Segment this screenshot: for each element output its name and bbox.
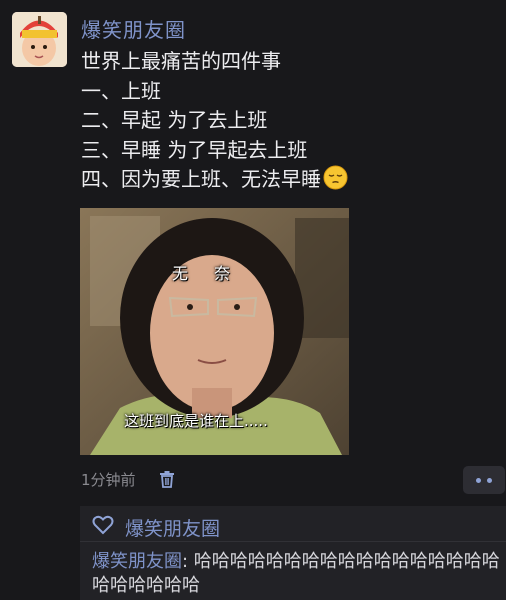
delete-post-button[interactable] [158,470,176,488]
more-actions-button[interactable] [463,466,505,494]
post-line: 一、上班 [81,78,161,103]
post-text: 世界上最痛苦的四件事 一、上班 二、早起 为了去上班 三、早睡 为了早起去上班 … [81,47,501,195]
image-caption-top: 无奈 [172,264,257,283]
post-line: 二、早起 为了去上班 [81,108,268,132]
comment-separator: : [182,551,194,572]
pensive-face-emoji-icon [323,165,348,190]
more-dot-icon [476,478,481,483]
trash-icon [160,471,174,488]
post-timestamp: 1分钟前 [81,471,136,489]
comment-author[interactable]: 爆笑朋友圈 [92,551,182,572]
avatar[interactable] [12,12,67,67]
post-line: 三、早睡 为了早起去上班 [81,137,308,162]
post-image[interactable]: 无奈 这班到底是谁在上..... [80,208,349,455]
post-line-with-emoji: 四、因为要上班、无法早睡 [81,165,501,195]
likes-comments-panel: 爆笑朋友圈 爆笑朋友圈: 哈哈哈哈哈哈哈哈哈哈哈哈哈哈哈哈哈哈哈哈哈哈哈 [80,506,506,600]
post-author-name[interactable]: 爆笑朋友圈 [81,14,186,43]
post-line: 世界上最痛苦的四件事 [81,49,281,73]
image-caption-bottom: 这班到底是谁在上..... [124,412,268,430]
like-user-name[interactable]: 爆笑朋友圈 [125,514,220,541]
heart-outline-icon [92,515,114,535]
comment-item[interactable]: 爆笑朋友圈: 哈哈哈哈哈哈哈哈哈哈哈哈哈哈哈哈哈哈哈哈哈哈哈 [92,550,506,598]
post-line: 四、因为要上班、无法早睡 [81,167,321,191]
divider [80,541,506,542]
more-dot-icon [487,478,492,483]
